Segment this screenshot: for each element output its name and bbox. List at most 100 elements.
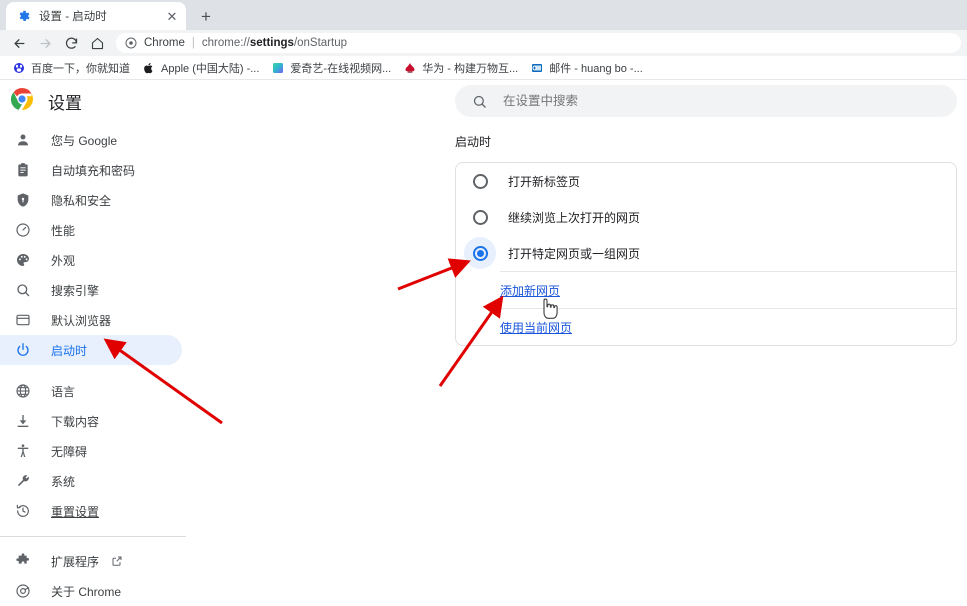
browser-tab-settings[interactable]: 设置 - 启动时 ✕ [6, 2, 186, 30]
url-suffix: /onStartup [294, 37, 347, 49]
mouse-cursor-pointer [540, 298, 558, 325]
use-current-pages-link[interactable]: 使用当前网页 [500, 319, 572, 336]
radio-dot [477, 250, 484, 257]
radio-circle-icon [473, 210, 488, 225]
sidebar-item-reset-settings[interactable]: 重置设置 [0, 496, 182, 526]
browser-window-icon [14, 311, 32, 329]
radio-label: 继续浏览上次打开的网页 [508, 209, 640, 226]
radio-circle-selected-icon [473, 246, 488, 261]
sidebar-spacer [0, 365, 186, 376]
sidebar-item-label: 重置设置 [51, 503, 99, 520]
section-title: 启动时 [455, 133, 957, 150]
chrome-logo-icon [10, 87, 34, 116]
add-new-page-row[interactable]: 添加新网页 [456, 272, 956, 308]
accessibility-icon [14, 442, 32, 460]
radio-open-specific-pages[interactable]: 打开特定网页或一组网页 [456, 235, 956, 271]
sidebar-item-performance[interactable]: 性能 [0, 215, 182, 245]
sidebar-item-accessibility[interactable]: 无障碍 [0, 436, 182, 466]
search-icon [471, 93, 487, 109]
address-bar-url: chrome://settings/onStartup [202, 37, 347, 49]
bookmark-label: 百度一下，你就知道 [31, 60, 130, 76]
chrome-outline-icon [14, 582, 32, 600]
sidebar-item-label: 自动填充和密码 [51, 162, 135, 179]
radio-continue-where-left-off[interactable]: 继续浏览上次打开的网页 [456, 199, 956, 235]
sidebar-item-label: 语言 [51, 383, 75, 400]
sidebar-item-about-chrome[interactable]: 关于 Chrome [0, 576, 182, 606]
bookmarks-bar: 百度一下，你就知道 Apple (中国大陆) -... 爱奇艺-在线视频网...… [0, 56, 967, 80]
bookmark-label: 邮件 - huang bo -... [549, 60, 643, 76]
sidebar-item-you-and-google[interactable]: 您与 Google [0, 125, 182, 155]
download-icon [14, 412, 32, 430]
sidebar-item-downloads[interactable]: 下载内容 [0, 406, 182, 436]
address-bar[interactable]: Chrome | chrome://settings/onStartup [116, 33, 961, 53]
sidebar-item-label: 关于 Chrome [51, 583, 121, 600]
sidebar-item-languages[interactable]: 语言 [0, 376, 182, 406]
home-button[interactable] [84, 31, 110, 55]
baidu-icon [12, 61, 25, 74]
settings-page: 设置 您与 Google 自动填充和密码 [0, 81, 967, 596]
huawei-icon [403, 61, 416, 74]
new-tab-button[interactable]: + [193, 3, 219, 29]
sidebar-item-label: 下载内容 [51, 413, 99, 430]
use-current-pages-row[interactable]: 使用当前网页 [456, 309, 956, 345]
bookmark-item[interactable]: 百度一下，你就知道 [6, 58, 136, 78]
sidebar-item-privacy-security[interactable]: 隐私和安全 [0, 185, 182, 215]
sidebar-item-label: 您与 Google [51, 132, 117, 149]
sidebar-item-on-startup[interactable]: 启动时 [0, 335, 182, 365]
speedometer-icon [14, 221, 32, 239]
sidebar-item-label: 默认浏览器 [51, 312, 111, 329]
wrench-icon [14, 472, 32, 490]
radio-circle-icon [473, 174, 488, 189]
add-new-page-link[interactable]: 添加新网页 [500, 282, 560, 299]
sidebar-item-autofill-passwords[interactable]: 自动填充和密码 [0, 155, 182, 185]
radio-open-new-tab-page[interactable]: 打开新标签页 [456, 163, 956, 199]
sidebar-item-label: 外观 [51, 252, 75, 269]
search-icon [14, 281, 32, 299]
settings-header: 设置 [0, 81, 967, 121]
radio-button[interactable] [464, 201, 496, 233]
close-icon[interactable]: ✕ [164, 8, 180, 24]
outlook-icon [530, 61, 543, 74]
person-icon [14, 131, 32, 149]
sidebar-item-extensions[interactable]: 扩展程序 [0, 546, 182, 576]
open-in-new-icon[interactable] [110, 555, 123, 568]
chrome-icon [124, 37, 137, 50]
radio-label: 打开特定网页或一组网页 [508, 245, 640, 262]
bookmark-label: Apple (中国大陆) -... [161, 60, 259, 76]
sidebar-item-search-engine[interactable]: 搜索引擎 [0, 275, 182, 305]
sidebar-item-label: 搜索引擎 [51, 282, 99, 299]
reload-button[interactable] [58, 31, 84, 55]
radio-button[interactable] [464, 165, 496, 197]
bookmark-item[interactable]: 邮件 - huang bo -... [524, 58, 649, 78]
bookmark-item[interactable]: 华为 - 构建万物互... [397, 58, 524, 78]
page-title: 设置 [48, 89, 82, 114]
bookmark-item[interactable]: 爱奇艺-在线视频网... [265, 58, 397, 78]
tab-strip: 设置 - 启动时 ✕ + [0, 0, 967, 30]
forward-button[interactable] [32, 31, 58, 55]
settings-main-content: 启动时 打开新标签页 继续浏览上次打开的网页 [455, 133, 957, 346]
sidebar-item-default-browser[interactable]: 默认浏览器 [0, 305, 182, 335]
globe-icon [14, 382, 32, 400]
sidebar-divider [0, 536, 186, 537]
sidebar-item-appearance[interactable]: 外观 [0, 245, 182, 275]
shield-icon [14, 191, 32, 209]
clipboard-icon [14, 161, 32, 179]
history-restore-icon [14, 502, 32, 520]
settings-search-box[interactable] [455, 85, 957, 117]
search-input[interactable] [503, 94, 941, 108]
sidebar-item-label: 性能 [51, 222, 75, 239]
apple-icon [142, 61, 155, 74]
browser-toolbar: Chrome | chrome://settings/onStartup [0, 30, 967, 56]
bookmark-label: 爱奇艺-在线视频网... [290, 60, 391, 76]
back-button[interactable] [6, 31, 32, 55]
power-icon [14, 341, 32, 359]
radio-button[interactable] [464, 237, 496, 269]
sidebar-item-system[interactable]: 系统 [0, 466, 182, 496]
sidebar-item-label: 启动时 [51, 342, 87, 359]
bookmark-item[interactable]: Apple (中国大陆) -... [136, 58, 265, 78]
tab-title: 设置 - 启动时 [39, 8, 164, 24]
security-chip-label: Chrome [144, 37, 185, 49]
puzzle-icon [14, 552, 32, 570]
bookmark-label: 华为 - 构建万物互... [422, 60, 518, 76]
iqiyi-icon [271, 61, 284, 74]
